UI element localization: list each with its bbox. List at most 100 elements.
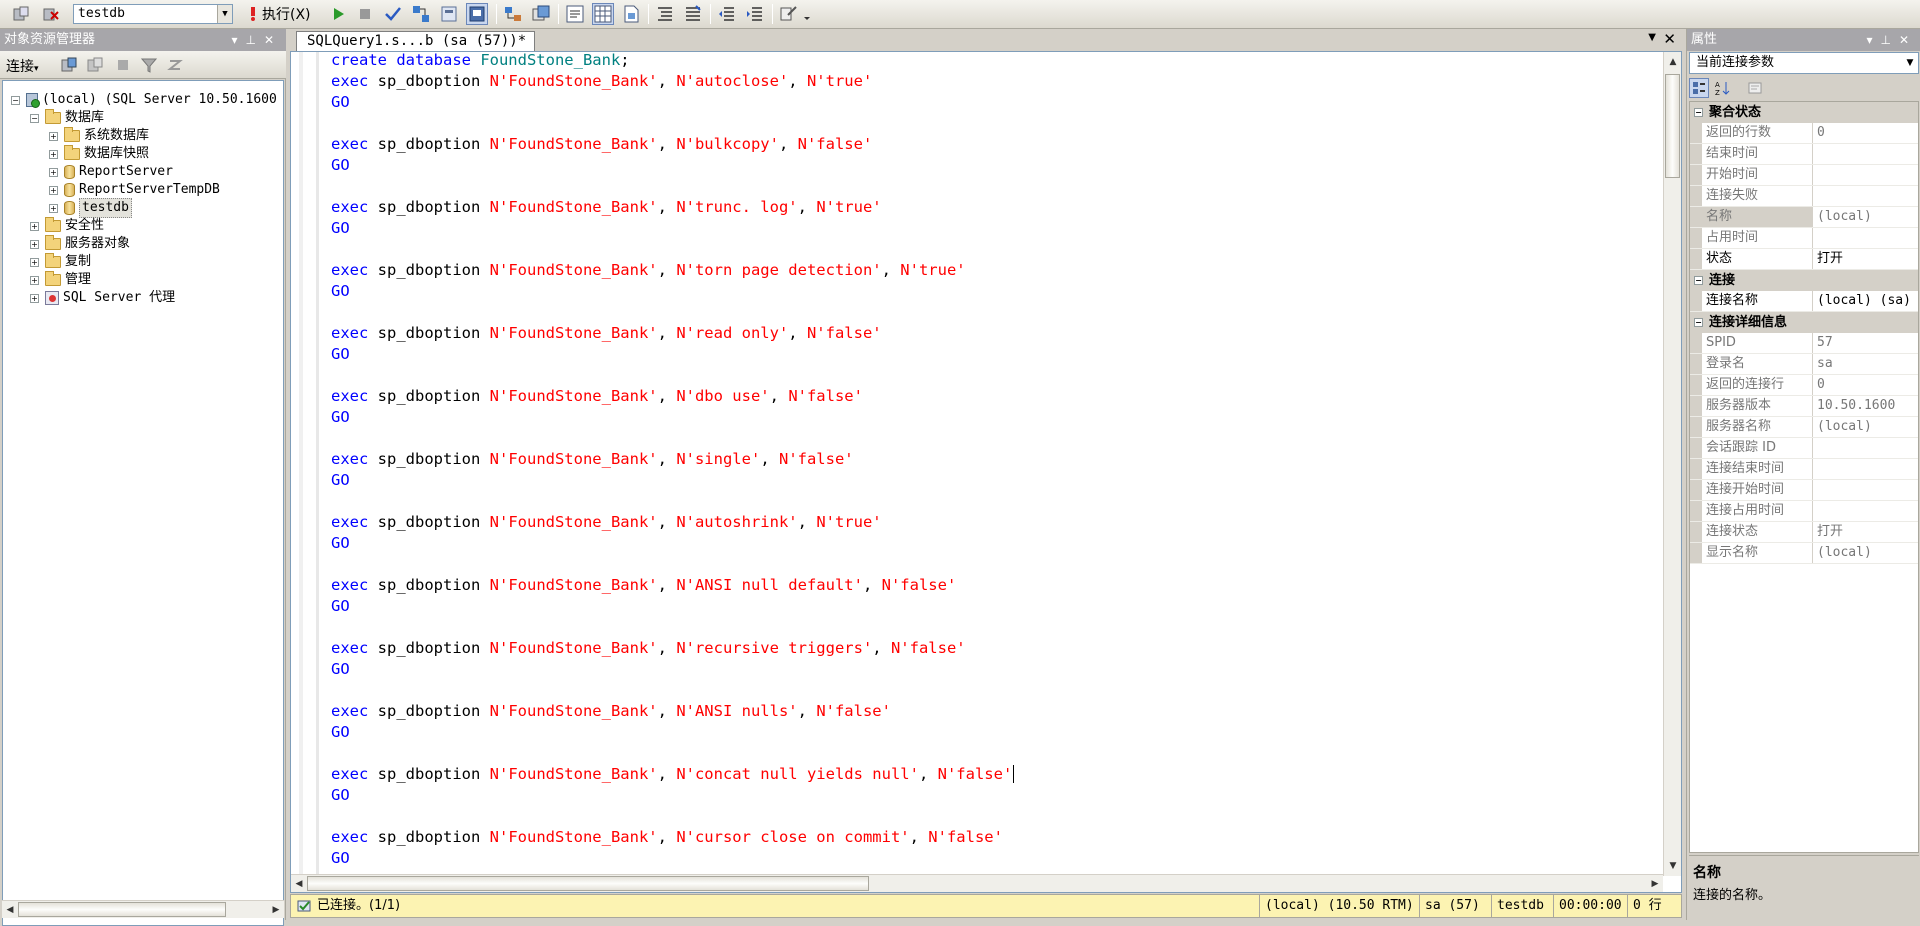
tree-node[interactable]: + 管理 (30, 271, 91, 289)
property-row[interactable]: 返回的连接行 0 (1690, 375, 1918, 396)
collapse-icon[interactable]: − (11, 95, 20, 105)
property-row[interactable]: 返回的行数 0 (1690, 123, 1918, 144)
collapse-icon[interactable]: − (1694, 318, 1703, 327)
property-row[interactable]: 开始时间 (1690, 165, 1918, 186)
stop-icon[interactable] (112, 54, 134, 76)
property-row[interactable]: 显示名称 (local) (1690, 543, 1918, 564)
scroll-thumb[interactable] (307, 876, 869, 891)
property-row[interactable]: 占用时间 (1690, 228, 1918, 249)
close-icon[interactable]: ✕ (1899, 33, 1917, 47)
property-row[interactable]: 服务器版本 10.50.1600 (1690, 396, 1918, 417)
code-area[interactable]: create database FoundStone_Bank; exec sp_… (331, 50, 1651, 876)
close-icon[interactable]: ✕ (264, 33, 282, 47)
tree-node[interactable]: + 服务器对象 (30, 235, 130, 253)
connect-icon[interactable] (10, 3, 32, 25)
decrease-indent-icon[interactable] (716, 3, 738, 25)
results-to-file-icon[interactable] (620, 3, 642, 25)
property-row[interactable]: 名称 (local) (1690, 207, 1918, 228)
parse-check-icon[interactable] (382, 3, 404, 25)
collapse-icon[interactable]: − (30, 113, 39, 123)
property-row[interactable]: 登录名 sa (1690, 354, 1918, 375)
property-row[interactable]: 连接结束时间 (1690, 459, 1918, 480)
properties-object-selector[interactable]: 当前连接参数 ▼ (1689, 52, 1919, 74)
stop-icon[interactable] (354, 3, 376, 25)
scroll-up-icon[interactable]: ▲ (1665, 54, 1681, 70)
collapse-icon[interactable]: − (1694, 276, 1703, 285)
expand-icon[interactable]: + (30, 257, 39, 267)
tab-sqlquery1[interactable]: SQLQuery1.s...b (sa (57))* (296, 31, 536, 51)
alphabetical-sort-icon[interactable]: AZ (1713, 78, 1733, 98)
expand-icon[interactable]: + (30, 293, 39, 303)
tree-node[interactable]: − (local) (SQL Server 10.50.1600 - sa) (11, 91, 283, 109)
disconnect-server-icon[interactable] (84, 54, 106, 76)
comment-out-icon[interactable] (654, 3, 676, 25)
property-row[interactable]: 连接占用时间 (1690, 501, 1918, 522)
results-to-text-icon[interactable] (564, 3, 586, 25)
close-tab-icon[interactable]: ✕ (1663, 30, 1676, 48)
pin-icon[interactable]: ⊥ (1880, 33, 1898, 47)
editor-vertical-scrollbar[interactable]: ▲ ▼ (1663, 52, 1681, 876)
property-row[interactable]: 连接状态 打开 (1690, 522, 1918, 543)
expand-icon[interactable]: + (49, 167, 58, 177)
scroll-left-icon[interactable]: ◀ (291, 876, 307, 892)
property-row[interactable]: SPID 57 (1690, 333, 1918, 354)
scroll-thumb[interactable] (18, 902, 226, 917)
disconnect-icon[interactable] (40, 3, 62, 25)
expand-icon[interactable]: + (30, 275, 39, 285)
expand-icon[interactable]: + (30, 239, 39, 249)
filter-icon[interactable] (138, 54, 160, 76)
connect-engine-icon[interactable] (58, 54, 80, 76)
expand-icon[interactable]: + (30, 221, 39, 231)
scroll-left-icon[interactable]: ◀ (2, 902, 18, 918)
uncomment-icon[interactable] (682, 3, 704, 25)
property-row[interactable]: 连接开始时间 (1690, 480, 1918, 501)
property-row[interactable]: 结束时间 (1690, 144, 1918, 165)
include-plan-icon[interactable] (502, 3, 524, 25)
database-selector[interactable]: testdb ▼ (73, 4, 233, 24)
query-designer-icon[interactable] (438, 3, 460, 25)
tree-node[interactable]: + SQL Server 代理 (30, 289, 175, 307)
property-row[interactable]: 服务器名称 (local) (1690, 417, 1918, 438)
tree-node[interactable]: + 数据库快照 (49, 145, 149, 163)
scroll-right-icon[interactable]: ▶ (268, 902, 284, 918)
tree-node[interactable]: + 安全性 (30, 217, 104, 235)
tree-node[interactable]: + testdb (49, 198, 132, 218)
pin-icon[interactable]: ⊥ (245, 33, 263, 47)
chevron-down-icon[interactable]: ▼ (1903, 54, 1917, 72)
property-row[interactable]: 会话跟踪 ID (1690, 438, 1918, 459)
expand-icon[interactable]: + (49, 149, 58, 159)
property-row[interactable]: 状态 打开 (1690, 249, 1918, 270)
tree-node[interactable]: + 复制 (30, 253, 91, 271)
collapse-icon[interactable]: − (1694, 108, 1703, 117)
tab-dropdown-icon[interactable]: ▼ (1648, 32, 1656, 43)
property-pages-icon[interactable] (1745, 78, 1765, 98)
query-editor[interactable]: create database FoundStone_Bank; exec sp_… (290, 51, 1682, 893)
execute-button[interactable]: 执行(X) (244, 3, 315, 25)
editor-horizontal-scrollbar[interactable]: ◀ ▶ (291, 874, 1663, 892)
scroll-thumb[interactable] (1665, 74, 1680, 178)
expand-icon[interactable]: + (49, 185, 58, 195)
estimated-plan-icon[interactable] (410, 3, 432, 25)
refresh-icon[interactable] (164, 54, 186, 76)
expand-icon[interactable]: + (49, 203, 58, 213)
tree-node[interactable]: + 系统数据库 (49, 127, 149, 145)
expand-icon[interactable]: + (49, 131, 58, 141)
object-explorer-horizontal-scrollbar[interactable]: ◀ ▶ (2, 900, 284, 918)
results-to-grid-icon[interactable] (592, 3, 614, 25)
increase-indent-icon[interactable] (744, 3, 766, 25)
property-category[interactable]: − 连接详细信息 (1690, 312, 1918, 333)
connect-dropdown[interactable]: 连接▾ (6, 56, 39, 76)
tree-node[interactable]: + ReportServer (49, 163, 173, 181)
tree-node[interactable]: + ReportServerTempDB (49, 181, 220, 199)
dropdown-icon[interactable]: ▾ (1866, 33, 1880, 47)
property-category[interactable]: − 聚合状态 (1690, 102, 1918, 123)
chevron-down-icon[interactable]: ▼ (217, 5, 232, 23)
debug-run-icon[interactable] (328, 3, 350, 25)
scroll-down-icon[interactable]: ▼ (1665, 858, 1681, 874)
property-row[interactable]: 连接名称 (local) (sa) (1690, 291, 1918, 312)
client-statistics-icon[interactable] (530, 3, 552, 25)
dropdown-icon[interactable]: ▾ (231, 33, 245, 47)
categorized-icon[interactable] (1689, 78, 1709, 98)
property-row[interactable]: 连接失败 (1690, 186, 1918, 207)
tree-node[interactable]: − 数据库 (30, 109, 104, 127)
